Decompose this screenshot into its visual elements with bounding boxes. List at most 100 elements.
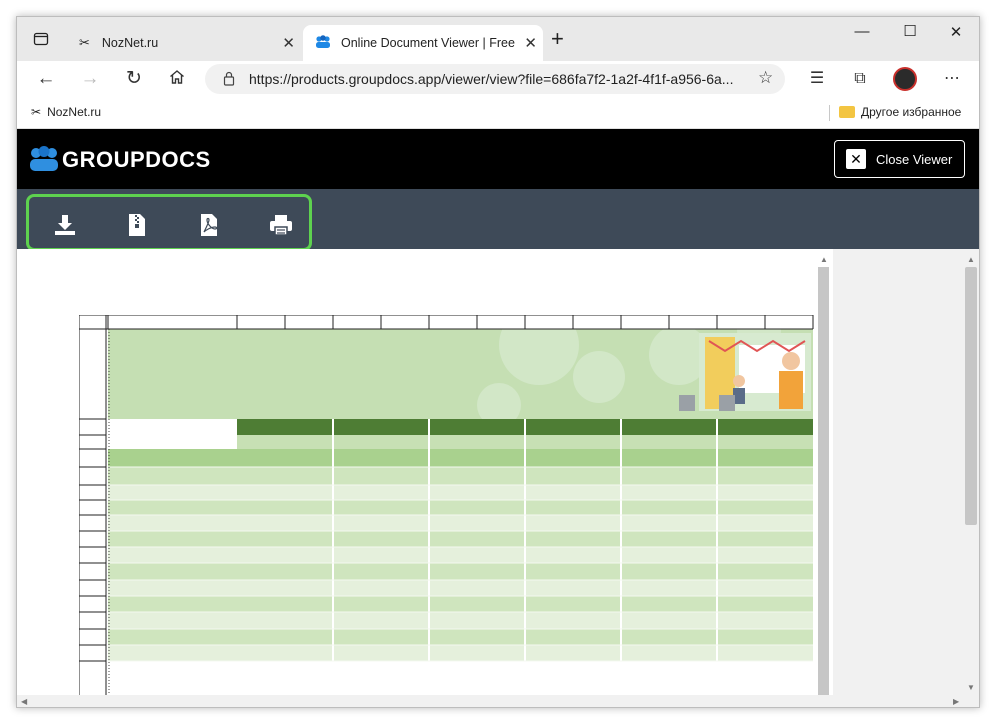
refresh-button[interactable]: ↻ [121, 67, 147, 91]
done-cell [285, 485, 333, 500]
row-number [79, 601, 104, 612]
zip-file-icon[interactable] [124, 212, 150, 238]
who-column-header [525, 449, 573, 467]
done-column-header [285, 449, 333, 467]
task-name [114, 629, 240, 645]
done-column-header [669, 449, 717, 467]
document-viewer[interactable]: ▲ ▲ ▼ [17, 249, 979, 695]
day-date [525, 435, 621, 449]
day-name [717, 419, 813, 435]
row-number [79, 585, 104, 596]
scroll-up-icon[interactable]: ▲ [967, 255, 975, 264]
row-number [79, 536, 104, 547]
tab-groupdocs[interactable]: Online Document Viewer | Free O ✕ [303, 25, 543, 61]
download-icon[interactable] [52, 212, 78, 238]
task-name [114, 485, 240, 500]
minimize-icon[interactable]: — [847, 23, 877, 40]
app-logo[interactable]: GROUPDOCS [62, 147, 211, 173]
row-number [79, 520, 104, 531]
favorites-icon[interactable]: ☰ [804, 67, 830, 91]
side-panel [833, 249, 963, 695]
illustration-bucket [679, 395, 695, 411]
browser-window: ✂ NozNet.ru ✕ Online Document Viewer | F… [16, 16, 980, 708]
task-name [114, 563, 240, 580]
column-letter [333, 316, 381, 328]
task-name [114, 612, 240, 629]
illustration-bucket [719, 395, 735, 411]
print-icon[interactable] [268, 212, 294, 238]
day-name [333, 419, 429, 435]
address-text[interactable]: https://products.groupdocs.app/viewer/vi… [249, 71, 749, 87]
collections-icon[interactable]: ⧉ [847, 67, 873, 91]
close-viewer-button[interactable]: ✕ Close Viewer [834, 140, 965, 178]
done-column-header [477, 449, 525, 467]
row-number [79, 438, 104, 449]
day-name [429, 419, 525, 435]
column-letter [669, 316, 717, 328]
window-scrollbar-thumb[interactable] [965, 267, 977, 525]
forward-button[interactable]: → [77, 67, 103, 91]
row-number [79, 634, 104, 645]
folder-icon [839, 106, 855, 118]
page-scrollbar-thumb[interactable] [818, 267, 829, 695]
task-name [114, 500, 240, 515]
sheet-title [114, 391, 414, 415]
done-cell [285, 467, 333, 485]
who-cell [237, 485, 285, 500]
row-number [79, 552, 104, 563]
who-column-header [717, 449, 765, 467]
tab-title: NozNet.ru [101, 36, 159, 50]
column-letter [765, 316, 813, 328]
column-letter [429, 316, 477, 328]
lock-icon [223, 71, 235, 91]
close-tab-icon[interactable]: ✕ [524, 34, 537, 52]
column-letter [621, 316, 669, 328]
row-number [79, 650, 104, 661]
who-column-header [429, 449, 477, 467]
add-favorite-icon[interactable]: ☆ [758, 68, 773, 88]
done-column-header [765, 449, 813, 467]
day-date [717, 435, 813, 449]
scroll-up-icon[interactable]: ▲ [820, 255, 828, 264]
tab-noznet[interactable]: ✂ NozNet.ru ✕ [73, 25, 301, 61]
row-number [79, 456, 104, 467]
favorite-other[interactable]: Другое избранное [839, 105, 961, 119]
maximize-icon[interactable]: ☐ [895, 22, 925, 40]
close-window-icon[interactable]: ✕ [941, 23, 971, 41]
back-button[interactable]: ← [33, 67, 59, 91]
tab-bar: ✂ NozNet.ru ✕ Online Document Viewer | F… [17, 17, 979, 61]
scroll-right-icon[interactable]: ▶ [953, 697, 959, 706]
task-name [114, 547, 240, 563]
favorites-divider [829, 105, 830, 121]
scroll-down-icon[interactable]: ▼ [967, 683, 975, 692]
scroll-left-icon[interactable]: ◀ [21, 697, 27, 706]
task-name [114, 645, 240, 661]
address-field[interactable]: https://products.groupdocs.app/viewer/vi… [205, 64, 785, 94]
column-letter [477, 316, 525, 328]
close-tab-icon[interactable]: ✕ [282, 34, 295, 52]
done-column-header [381, 449, 429, 467]
row-number [79, 489, 104, 500]
tab-actions-icon[interactable] [33, 31, 49, 51]
day-name [237, 419, 333, 435]
profile-avatar[interactable] [893, 67, 917, 91]
banner-decor [573, 351, 625, 403]
row-number [79, 474, 104, 485]
more-menu-icon[interactable]: ⋯ [939, 67, 965, 91]
tools-icon: ✂ [79, 35, 90, 50]
horizontal-scrollbar[interactable]: ◀ ▶ [17, 695, 979, 707]
who-cell [237, 500, 285, 515]
favorite-noznet[interactable]: ✂ NozNet.ru [31, 105, 101, 119]
new-tab-button[interactable]: + [551, 26, 564, 52]
row-number [79, 618, 104, 629]
pdf-file-icon[interactable] [196, 212, 222, 238]
task-name [114, 467, 240, 485]
illustration-figure [779, 371, 803, 409]
day-date [333, 435, 429, 449]
home-button[interactable] [164, 68, 190, 93]
day-name [525, 419, 621, 435]
viewer-toolbar [17, 189, 979, 251]
column-letter [525, 316, 573, 328]
task-name [114, 596, 240, 612]
who-column-header [333, 449, 381, 467]
